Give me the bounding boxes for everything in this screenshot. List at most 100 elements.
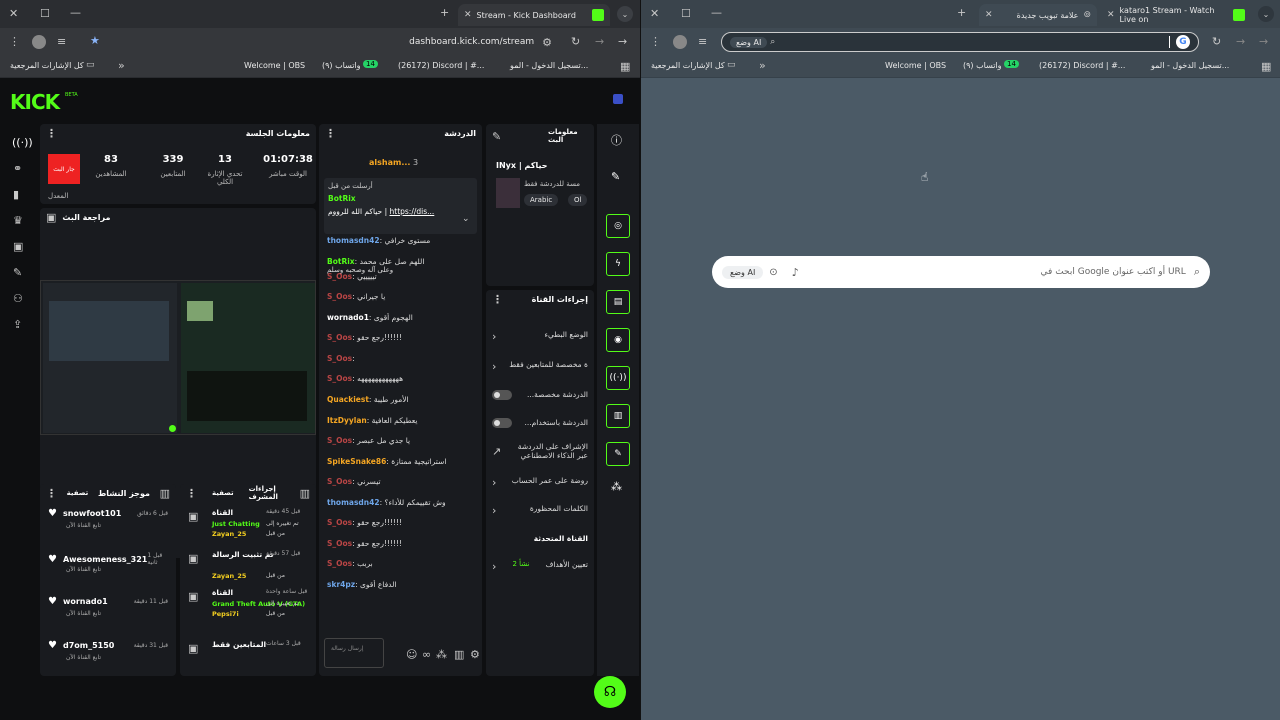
tab-search-icon[interactable]: ⌄ <box>617 6 633 22</box>
tag[interactable]: Arabic <box>524 194 559 206</box>
chat-username[interactable]: skr4pz <box>327 580 355 589</box>
chat-username[interactable]: S_Oos <box>327 559 352 568</box>
shortcut-panel[interactable]: ▥ <box>606 404 630 428</box>
bookmark-obs[interactable]: Welcome | OBS <box>885 61 946 70</box>
chat-username[interactable]: S_Oos <box>327 539 352 548</box>
chat-username[interactable]: ItzDyylan <box>327 416 367 425</box>
close-tab-icon[interactable]: ✕ <box>464 10 472 20</box>
nav-users-icon[interactable]: ⚇ <box>13 292 23 305</box>
top-chatter[interactable]: alsham... <box>369 158 410 167</box>
back-icon[interactable]: → <box>1259 35 1268 48</box>
more-bookmarks-icon[interactable]: » <box>118 59 125 72</box>
tab-kick-dashboard[interactable]: ✕ Stream - Kick Dashboard <box>458 4 610 26</box>
nav-live-icon[interactable]: ((·)) <box>12 136 33 149</box>
pinned-user[interactable]: BotRix <box>328 194 356 203</box>
close-window-icon[interactable]: ✕ <box>9 7 18 20</box>
shortcut-raid[interactable]: ϟ <box>606 252 630 276</box>
expand-icon[interactable]: ⌄ <box>462 214 470 224</box>
chat-username[interactable]: Quackiest <box>327 395 369 404</box>
close-tab-icon[interactable]: ✕ <box>985 10 993 20</box>
action-banned-words[interactable]: › الكلمات المحظورة <box>492 504 588 517</box>
chat-username[interactable]: thomasdn42 <box>327 498 380 507</box>
all-bookmarks[interactable]: كل الإشارات المرجعية <box>651 61 725 70</box>
shortcut-clip[interactable]: ◎ <box>606 214 630 238</box>
action-followers-only[interactable]: › ة مخصصة للمتابعين فقط <box>492 360 588 373</box>
nav-chart-icon[interactable]: ▮ <box>13 188 19 201</box>
bookmark-star-icon[interactable]: ★ <box>90 34 100 47</box>
settings-icon[interactable]: ⚙ <box>470 648 480 661</box>
nav-link-icon[interactable]: ⚭ <box>13 162 22 175</box>
edit-icon[interactable]: ✎ <box>492 130 501 143</box>
more-icon[interactable]: ⋮ <box>46 487 57 500</box>
shortcut-live[interactable]: ((·)) <box>606 366 630 390</box>
ai-mode-button[interactable]: وضع AI <box>722 265 764 279</box>
profile-avatar[interactable] <box>32 35 46 49</box>
bookmark-obs[interactable]: Welcome | OBS <box>244 61 305 70</box>
user-avatar[interactable] <box>613 94 623 104</box>
minimize-icon[interactable]: — <box>70 6 81 19</box>
close-window-icon[interactable]: ✕ <box>650 7 659 20</box>
chat-input[interactable]: إرسال رسالة <box>324 638 384 668</box>
chat-username[interactable]: S_Oos <box>327 272 352 281</box>
chat-username[interactable]: BotRix <box>327 257 355 266</box>
maximize-icon[interactable]: ☐ <box>40 7 50 20</box>
bookmark-whatsapp[interactable]: (٩) واتساب <box>322 61 361 70</box>
tab-media-icon[interactable]: ≡ <box>57 35 66 48</box>
new-tab-icon[interactable]: + <box>957 6 966 19</box>
chat-username[interactable]: wornado1 <box>327 313 369 322</box>
bookmark-login[interactable]: تسجيل الدخول - المو... <box>1151 61 1229 70</box>
forward-icon[interactable]: → <box>1236 35 1245 48</box>
nav-upload-icon[interactable]: ⇪ <box>13 318 22 331</box>
more-bookmarks-icon[interactable]: » <box>759 59 766 72</box>
link-icon[interactable]: ∞ <box>422 648 431 661</box>
connect-icon[interactable]: ⁂ <box>436 648 447 661</box>
minimize-icon[interactable]: — <box>711 6 722 19</box>
new-tab-icon[interactable]: + <box>440 6 449 19</box>
menu-icon[interactable]: ⋮ <box>650 35 661 48</box>
action-ai-moderation[interactable]: ↗ الإشراف على الدردشة عبر الذكاء الاصطناع… <box>492 442 588 460</box>
nav-video-icon[interactable]: ▣ <box>13 240 23 253</box>
reload-icon[interactable]: ↻ <box>571 35 580 48</box>
more-icon[interactable]: ⋮ <box>325 127 336 140</box>
maximize-icon[interactable]: ☐ <box>681 7 691 20</box>
support-chat-button[interactable]: ☊ <box>594 676 626 708</box>
mod-action-by[interactable]: Zayan_25 <box>212 530 246 538</box>
chat-username[interactable]: S_Oos <box>327 477 352 486</box>
toggle-switch[interactable] <box>492 418 512 428</box>
activity-user[interactable]: wornado1 <box>63 597 134 606</box>
reload-icon[interactable]: ↻ <box>1212 35 1221 48</box>
mod-action-by[interactable]: Zayan_25 <box>212 572 246 580</box>
activity-user[interactable]: Awesomeness_321 <box>63 555 147 564</box>
action-goals[interactable]: › نشأ 2 تعيين الأهداف <box>492 560 588 573</box>
tab-new-tab[interactable]: ✕ علامة تبويب جديدة ⊚ <box>979 4 1097 26</box>
ai-mode-button[interactable]: وضع AI <box>730 36 768 48</box>
profile-avatar[interactable] <box>673 35 687 49</box>
google-lens-icon[interactable]: G <box>1176 35 1190 49</box>
filter-button[interactable]: تصفية <box>212 489 234 497</box>
activity-user[interactable]: snowfoot101 <box>63 509 137 518</box>
bookmark-whatsapp[interactable]: (٩) واتساب <box>963 61 1002 70</box>
chat-username[interactable]: S_Oos <box>327 354 352 363</box>
tab-kick-stream[interactable]: ✕ kataro1 Stream - Watch Live on <box>1101 4 1251 26</box>
nav-trophy-icon[interactable]: ♛ <box>13 214 23 227</box>
close-tab-icon[interactable]: ✕ <box>1107 10 1115 20</box>
apps-icon[interactable]: ▦ <box>1261 60 1271 73</box>
edit-icon[interactable]: ✎ <box>611 170 620 183</box>
mod-action-by[interactable]: Pepsi7i <box>212 610 239 618</box>
apps-icon[interactable]: ⁂ <box>611 480 622 493</box>
forward-icon[interactable]: → <box>595 35 604 48</box>
activity-user[interactable]: d7om_5150 <box>63 641 134 650</box>
chat-username[interactable]: S_Oos <box>327 292 352 301</box>
toggle-switch[interactable] <box>492 390 512 400</box>
action-account-age[interactable]: › روضة على عمر الحساب <box>492 476 588 489</box>
chat-username[interactable]: S_Oos <box>327 436 352 445</box>
mic-icon[interactable]: ♪ <box>792 266 799 279</box>
shortcut-tools[interactable]: ✎ <box>606 442 630 466</box>
pinned-link[interactable]: https://dis... <box>390 207 435 216</box>
tag[interactable]: Ol <box>568 194 588 206</box>
address-bar[interactable]: وضع AI ⌕ G <box>721 32 1199 52</box>
apps-icon[interactable]: ▦ <box>620 60 630 73</box>
info-icon[interactable]: ⓘ <box>611 132 622 148</box>
camera-search-icon[interactable]: ⊙ <box>769 267 777 278</box>
chat-username[interactable]: S_Oos <box>327 333 352 342</box>
